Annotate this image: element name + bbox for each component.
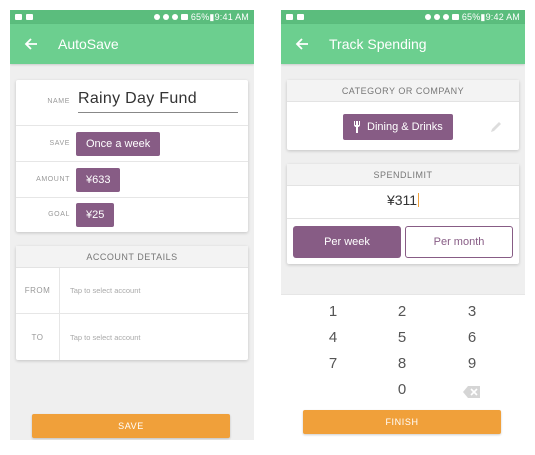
image-icon	[26, 14, 33, 20]
spendlimit-value: ¥311	[386, 192, 418, 208]
per-month-button[interactable]: Per month	[405, 226, 513, 258]
to-account-field[interactable]: Tap to select account	[60, 333, 140, 342]
amount-chip[interactable]: ¥633	[76, 168, 121, 192]
category-chip[interactable]: Dining & Drinks	[343, 114, 453, 140]
name-underline	[78, 112, 238, 113]
key-8[interactable]: 8	[382, 355, 422, 372]
page-title: Track Spending	[329, 36, 427, 52]
category-chip-label: Dining & Drinks	[367, 121, 443, 133]
autosave-screen: 65%▮9:41 AM AutoSave NAME Rainy Day Fund…	[10, 10, 254, 440]
app-bar: Track Spending	[281, 24, 525, 64]
name-input[interactable]: Rainy Day Fund	[78, 90, 197, 108]
name-row: NAME Rainy Day Fund	[16, 80, 248, 126]
to-account-row[interactable]: TO Tap to select account	[16, 314, 248, 360]
key-1[interactable]: 1	[313, 303, 353, 320]
bluetooth-icon	[162, 14, 169, 20]
key-icon	[15, 14, 22, 20]
goal-label: GOAL	[48, 211, 70, 218]
backspace-icon[interactable]	[463, 385, 481, 399]
signal-icon	[180, 14, 188, 20]
save-label: SAVE	[49, 140, 70, 147]
key-icon	[297, 14, 304, 20]
spendlimit-header: SPENDLIMIT	[287, 164, 519, 186]
account-details-card: ACCOUNT DETAILS FROM Tap to select accou…	[16, 246, 248, 360]
spendlimit-card: SPENDLIMIT ¥311 Per week Per month	[287, 164, 519, 264]
key-9[interactable]: 9	[452, 355, 492, 372]
key-6[interactable]: 6	[452, 329, 492, 346]
key-4[interactable]: 4	[313, 329, 353, 346]
image-icon	[286, 14, 293, 20]
app-bar: AutoSave	[10, 24, 254, 64]
text-cursor	[418, 193, 420, 207]
from-account-field[interactable]: Tap to select account	[60, 286, 140, 295]
status-text: 65%▮9:41 AM	[190, 11, 249, 22]
status-bar: 65%▮9:41 AM	[10, 10, 254, 24]
page-title: AutoSave	[58, 36, 119, 52]
back-arrow-icon[interactable]	[22, 35, 40, 53]
fork-icon	[354, 121, 360, 133]
goal-row: GOAL ¥25	[16, 198, 248, 232]
mute-icon	[442, 14, 449, 20]
mute-icon	[171, 14, 178, 20]
alarm-icon	[153, 14, 160, 20]
per-week-button[interactable]: Per week	[293, 226, 401, 258]
edit-pencil-icon[interactable]	[489, 120, 503, 134]
amount-row: AMOUNT ¥633	[16, 162, 248, 198]
account-details-header: ACCOUNT DETAILS	[16, 246, 248, 268]
to-label: TO	[16, 314, 60, 360]
alarm-icon	[424, 14, 431, 20]
signal-icon	[451, 14, 459, 20]
finish-button[interactable]: FINISH	[303, 410, 501, 434]
save-frequency-row: SAVE Once a week	[16, 126, 248, 162]
key-3[interactable]: 3	[452, 303, 492, 320]
key-0[interactable]: 0	[382, 381, 422, 398]
key-5[interactable]: 5	[382, 329, 422, 346]
autosave-form-card: NAME Rainy Day Fund SAVE Once a week AMO…	[16, 80, 248, 232]
category-card: CATEGORY OR COMPANY Dining & Drinks	[287, 80, 519, 150]
save-frequency-chip[interactable]: Once a week	[76, 132, 161, 156]
spendlimit-input[interactable]: ¥311	[287, 192, 519, 208]
goal-chip[interactable]: ¥25	[76, 203, 115, 227]
bluetooth-icon	[433, 14, 440, 20]
key-7[interactable]: 7	[313, 355, 353, 372]
category-header: CATEGORY OR COMPANY	[287, 80, 519, 102]
from-account-row[interactable]: FROM Tap to select account	[16, 268, 248, 314]
save-button[interactable]: SAVE	[32, 414, 230, 438]
name-label: NAME	[47, 98, 70, 105]
status-text: 65%▮9:42 AM	[461, 11, 520, 22]
status-bar: 65%▮9:42 AM	[281, 10, 525, 24]
track-spending-screen: 65%▮9:42 AM Track Spending CATEGORY OR C…	[281, 10, 525, 440]
divider	[287, 218, 519, 219]
back-arrow-icon[interactable]	[293, 35, 311, 53]
from-label: FROM	[16, 268, 60, 313]
amount-label: AMOUNT	[36, 176, 70, 183]
key-2[interactable]: 2	[382, 303, 422, 320]
